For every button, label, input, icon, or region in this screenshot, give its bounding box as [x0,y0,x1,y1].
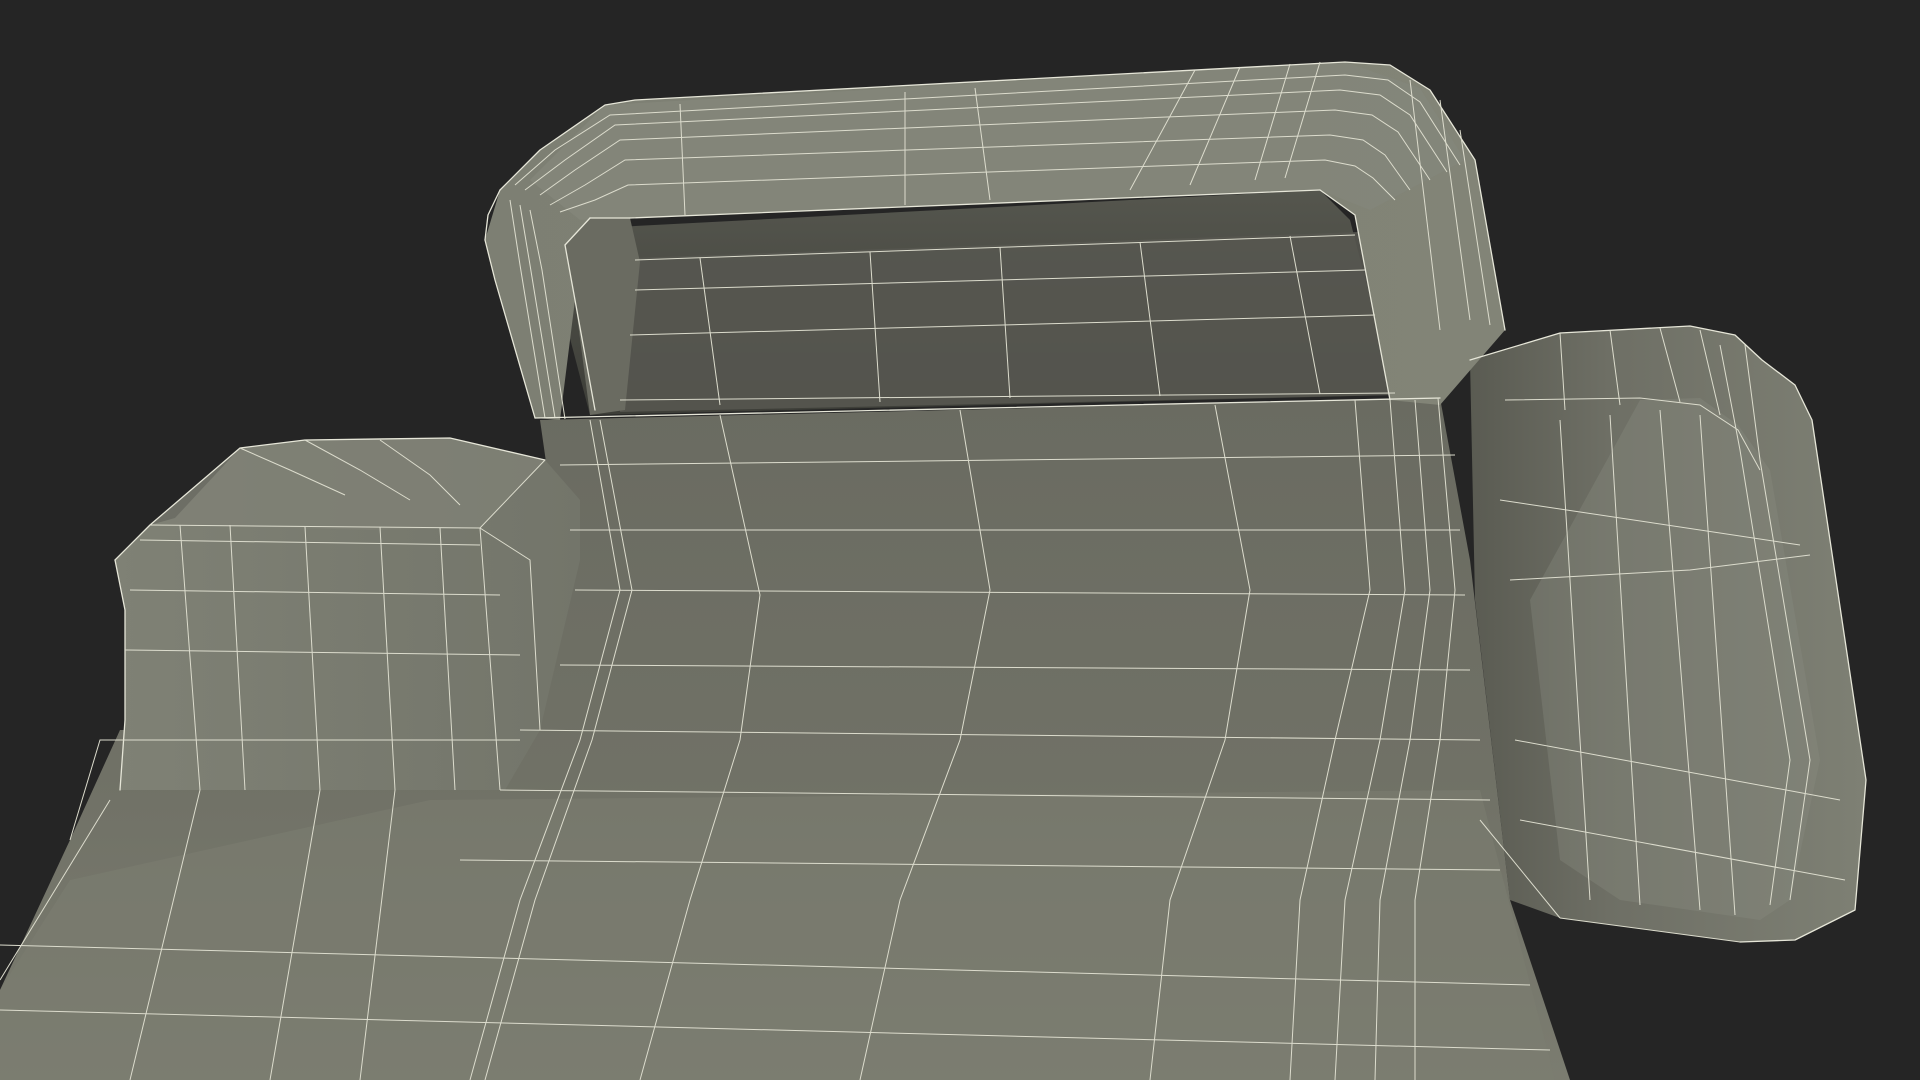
3d-wireframe-render [0,61,1867,1080]
handle [485,62,1505,420]
left-side-block [115,438,580,790]
right-side-block [1470,326,1866,942]
render-viewport [0,0,1920,1080]
